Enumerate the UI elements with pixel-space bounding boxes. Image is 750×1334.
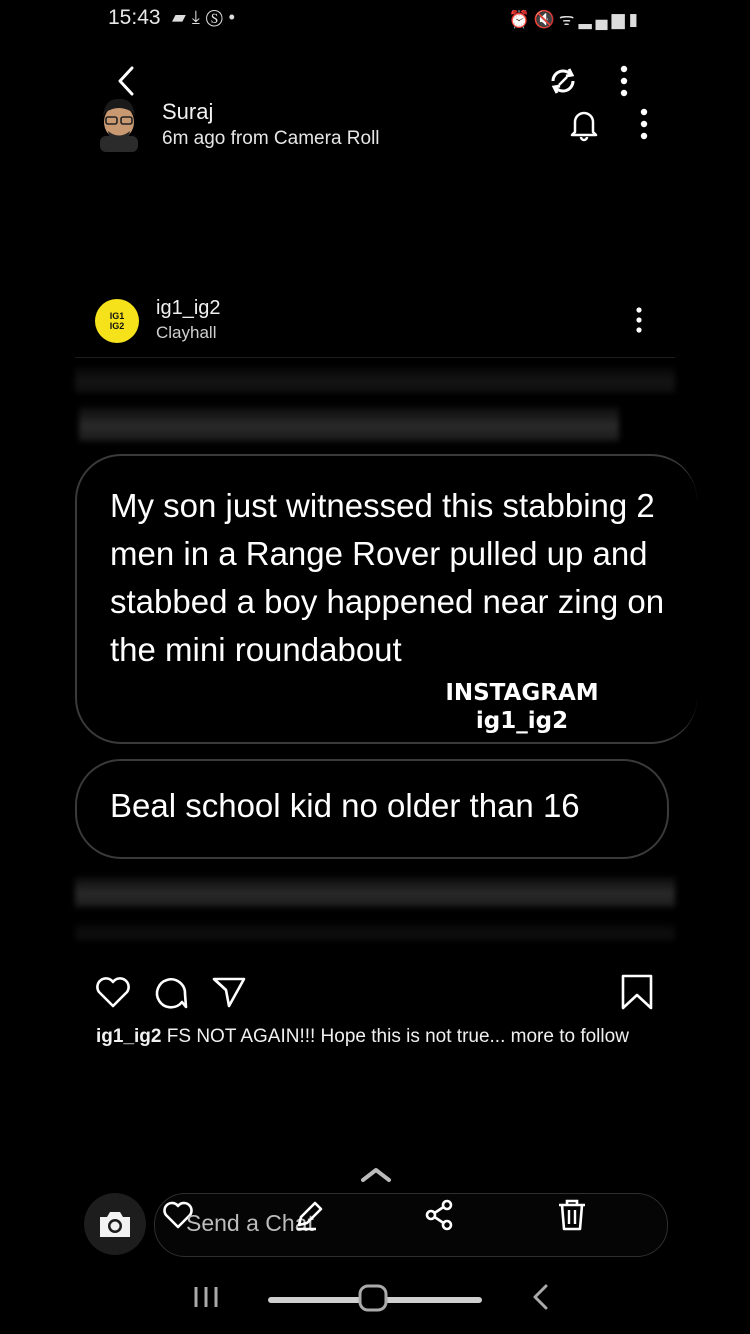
notification-icon: ▰ [172,7,192,27]
heart-icon[interactable] [94,975,132,1009]
ig-profile-logo[interactable]: IG1 IG2 [95,299,139,343]
share-direct-icon[interactable] [211,975,247,1009]
logo-text-top: IG1 [109,311,125,321]
logo-text-bottom: IG2 [109,321,125,331]
wifi-icon: ᯤ [558,10,579,29]
post-more-icon[interactable] [627,306,651,334]
recent-apps-icon[interactable] [190,1284,222,1310]
more-options-icon-2[interactable] [626,106,662,142]
s-app-icon: Ⓢ [205,7,229,27]
mute-icon: 🔇 [533,10,559,29]
watermark: INSTAGRAM ig1_ig2 [432,680,612,734]
signal-icon: ▂▄▆ [578,10,629,29]
caption-text: FS NOT AGAIN!!! Hope this is not true...… [161,1026,629,1047]
message-text-1: My son just witnessed this stabbing 2 me… [110,487,665,668]
message-bubble-2: Beal school kid no older than 16 [75,759,669,859]
nav-back-icon[interactable] [528,1282,554,1312]
system-nav-bar [0,1270,750,1334]
watermark-line-1: INSTAGRAM [445,680,599,706]
bell-icon[interactable] [566,106,602,142]
instagram-post: IG1 IG2 ig1_ig2 Clayhall My son just wit… [75,283,697,1065]
caption-username[interactable]: ig1_ig2 [96,1026,161,1047]
message-bubble-1: My son just witnessed this stabbing 2 me… [75,454,697,744]
pencil-icon[interactable] [292,1198,326,1232]
trash-icon[interactable] [556,1198,588,1232]
bookmark-icon[interactable] [620,973,654,1011]
chevron-up-icon[interactable] [360,1164,392,1184]
alarm-icon: ⏰ [508,10,534,29]
back-arrow-icon[interactable] [112,64,142,98]
message-text-2: Beal school kid no older than 16 [110,787,580,824]
rotate-icon[interactable] [545,63,581,99]
share-icon[interactable] [422,1198,456,1232]
post-header: IG1 IG2 ig1_ig2 Clayhall [75,283,675,358]
camera-button[interactable] [84,1193,146,1255]
comment-icon[interactable] [153,975,189,1011]
download-icon: ⤓ [191,7,206,27]
dot-icon: • [228,7,241,27]
sender-name[interactable]: Suraj [162,99,213,125]
blurred-text-band-4 [75,923,675,941]
avatar[interactable] [96,96,142,152]
battery-icon: ▮ [628,10,642,29]
more-options-icon[interactable] [606,63,642,99]
status-left-icons: ▰⤓Ⓢ• [172,7,241,28]
post-caption: ig1_ig2 FS NOT AGAIN!!! Hope this is not… [96,1026,629,1048]
home-icon[interactable] [357,1283,389,1313]
blurred-text-band-2 [79,407,619,441]
status-time: 15:43 [108,6,161,29]
post-location[interactable]: Clayhall [156,323,216,343]
status-right-icons: ⏰🔇ᯤ▂▄▆▮ [509,7,642,30]
watermark-line-2: ig1_ig2 [475,708,569,734]
blurred-text-band [75,367,675,393]
camera-icon [100,1212,130,1237]
post-username[interactable]: ig1_ig2 [156,297,221,320]
blurred-text-band-3 [75,877,675,907]
sender-meta: 6m ago from Camera Roll [162,128,380,149]
